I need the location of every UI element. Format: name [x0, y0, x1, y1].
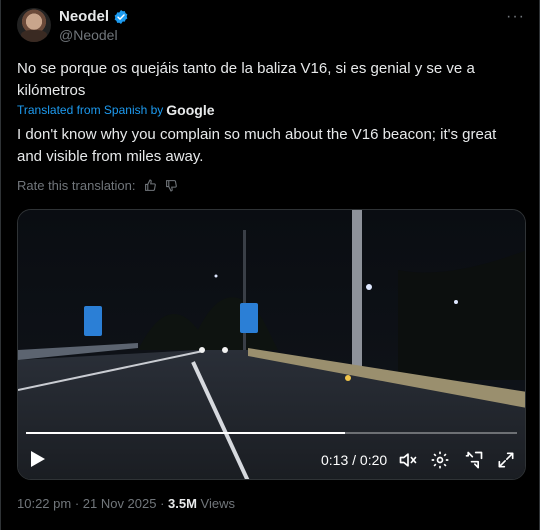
tweet-meta: 10:22 pm · 21 Nov 2025 · 3.5M Views [17, 496, 235, 511]
picture-in-picture-icon[interactable] [464, 450, 484, 470]
author-handle[interactable]: @Neodel [59, 27, 118, 43]
video-player[interactable]: 0:13 / 0:20 [17, 209, 526, 480]
video-controls: 0:13 / 0:20 [18, 446, 525, 474]
more-options-icon[interactable]: ··· [506, 8, 525, 26]
views-count: 3.5M [168, 496, 197, 511]
tweet-timestamp[interactable]: 10:22 pm · 21 Nov 2025 · [17, 496, 168, 511]
tweet-card: Neodel @Neodel ··· No se porque os quejá… [0, 0, 540, 530]
play-icon[interactable] [30, 450, 46, 468]
views-label: Views [196, 496, 235, 511]
settings-gear-icon[interactable] [430, 450, 450, 470]
avatar[interactable] [17, 8, 51, 42]
translated-attribution[interactable]: Translated from Spanish by Google [17, 102, 215, 118]
video-frame [18, 210, 525, 479]
video-progress-bar[interactable] [26, 432, 517, 434]
fullscreen-icon[interactable] [496, 450, 516, 470]
translated-prefix: Translated from Spanish by [17, 103, 164, 117]
thumbs-down-icon[interactable] [165, 179, 178, 192]
author-name-row: Neodel [59, 8, 129, 25]
rate-translation: Rate this translation: [17, 178, 178, 193]
author-display-name[interactable]: Neodel [59, 8, 109, 25]
verified-badge-icon[interactable] [113, 9, 129, 25]
video-progress-fill [26, 432, 346, 434]
thumbs-up-icon[interactable] [144, 179, 157, 192]
tweet-text: No se porque os quejáis tanto de la bali… [17, 60, 475, 99]
rate-translation-label: Rate this translation: [17, 178, 136, 193]
mute-icon[interactable] [398, 450, 418, 470]
video-time: 0:13 / 0:20 [321, 452, 388, 468]
tweet-translation: I don't know why you complain so much ab… [17, 126, 497, 165]
google-logo: Google [166, 102, 215, 118]
